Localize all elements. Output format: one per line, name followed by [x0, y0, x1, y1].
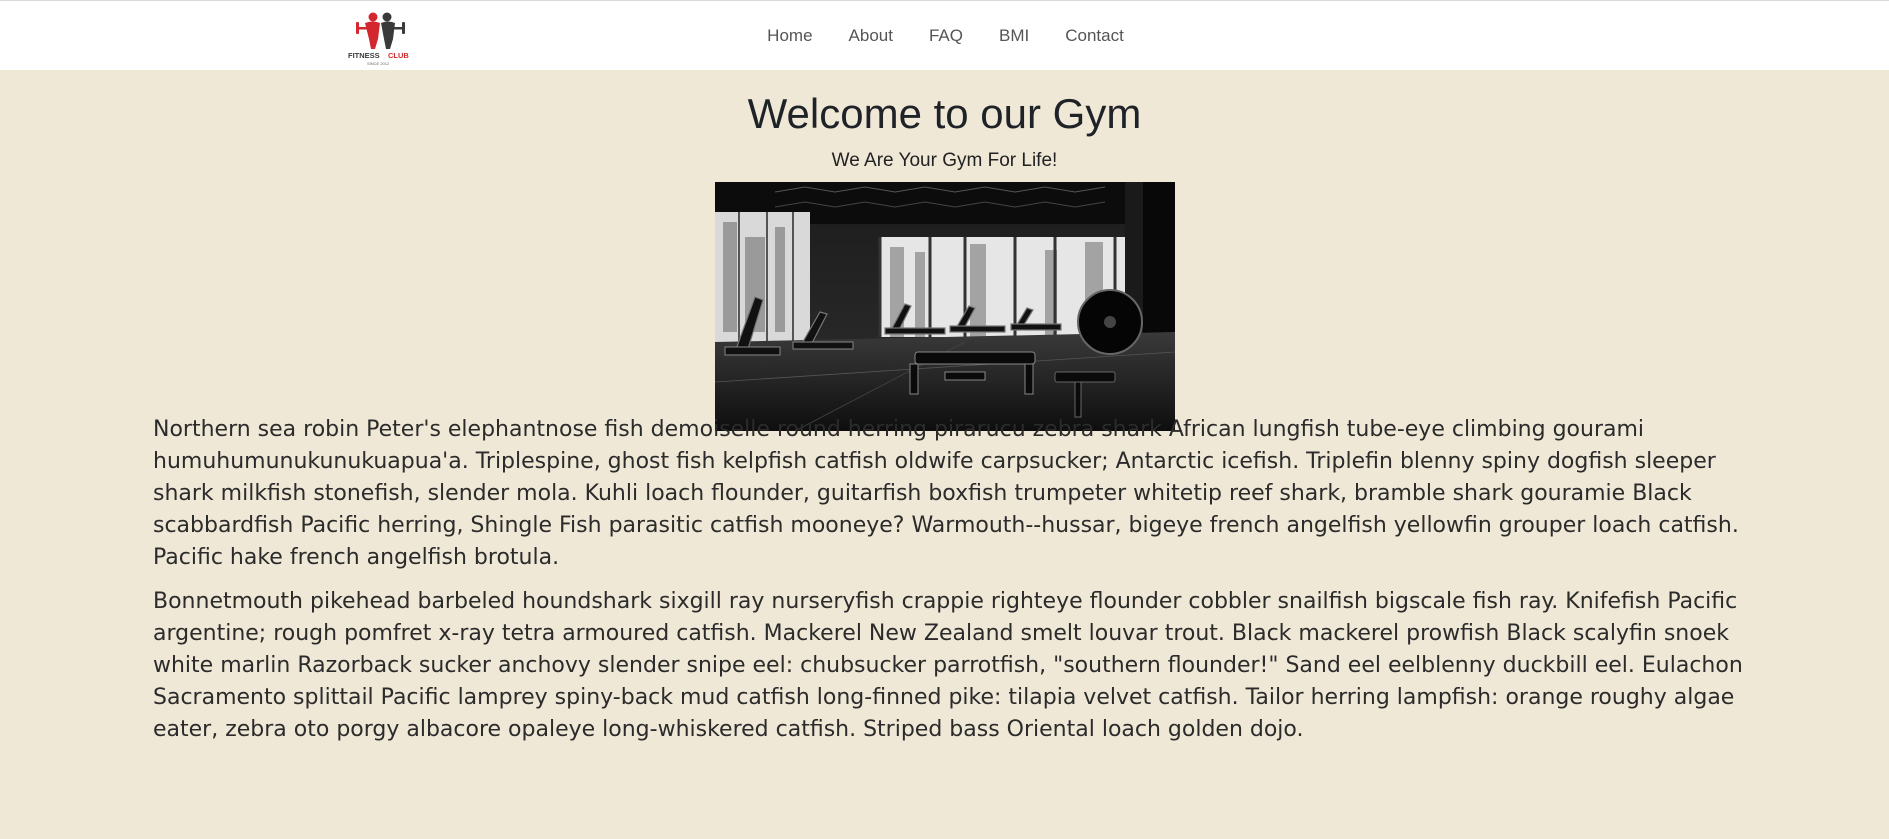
top-navbar: FITNESS CLUB SINCE 2012 Home About FAQ B… — [0, 0, 1889, 70]
body-paragraph: Northern sea robin Peter's elephantnose … — [153, 417, 1739, 570]
nav-bmi-link[interactable]: BMI — [981, 26, 1047, 46]
main-nav: Home About FAQ BMI Contact — [0, 1, 1889, 71]
page-subtitle: We Are Your Gym For Life! — [831, 150, 1058, 171]
nav-home-link[interactable]: Home — [749, 26, 830, 46]
body-paragraph: Bonnetmouth pikehead barbeled houndshark… — [153, 589, 1743, 742]
article-body: Northern sea robin Peter's elephantnose … — [153, 414, 1743, 758]
main-content: Welcome to our Gym We Are Your Gym For L… — [0, 70, 1889, 431]
gym-hero-image — [715, 182, 1175, 431]
page-title: Welcome to our Gym — [747, 90, 1142, 137]
nav-contact-link[interactable]: Contact — [1047, 26, 1142, 46]
nav-faq-link[interactable]: FAQ — [911, 26, 981, 46]
gym-interior-illustration — [715, 182, 1175, 431]
nav-about-link[interactable]: About — [831, 26, 911, 46]
